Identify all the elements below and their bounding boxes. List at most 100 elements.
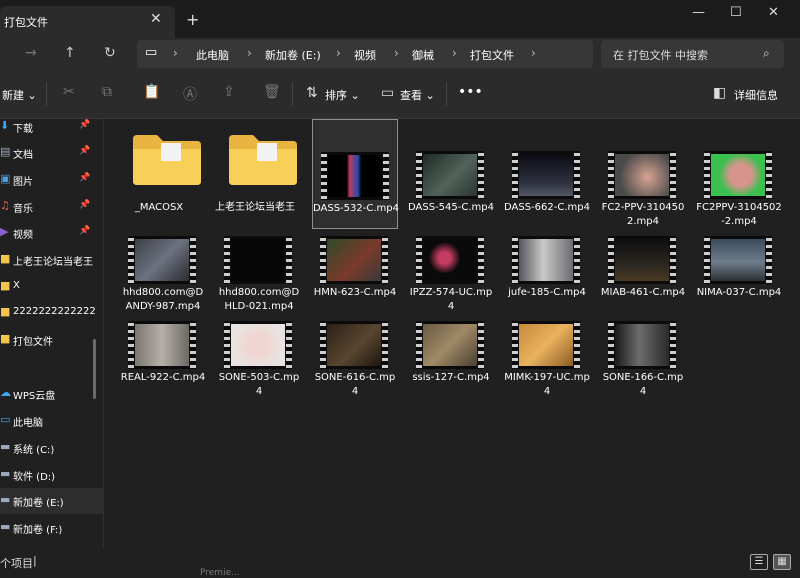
paste-icon[interactable]: 📋 xyxy=(143,84,160,100)
thumbnail-view-icon[interactable]: ▦ xyxy=(773,554,791,570)
more-options-icon[interactable]: ••• xyxy=(458,84,483,100)
folder-icon xyxy=(133,135,201,185)
folder-icon: ■ xyxy=(0,332,11,345)
new-button-label: 新建 xyxy=(2,89,24,102)
chevron-right-icon: › xyxy=(336,46,341,60)
file-item[interactable]: SONE-166-C.mp4 xyxy=(600,289,686,399)
chevron-right-icon: › xyxy=(247,46,252,60)
file-item[interactable]: NIMA-037-C.mp4 xyxy=(696,204,782,314)
chevron-right-icon[interactable]: › xyxy=(531,46,536,60)
pin-icon[interactable]: 📌 xyxy=(79,146,90,156)
sidebar-item-documents[interactable]: ▤ 文档 📌 xyxy=(0,140,103,166)
search-box[interactable]: 在 打包文件 中搜索 ⌕ xyxy=(601,40,784,68)
new-tab-icon[interactable]: + xyxy=(186,10,199,29)
breadcrumb-drive-e[interactable]: 新加卷 (E:) xyxy=(265,47,321,63)
search-input[interactable]: 在 打包文件 中搜索 xyxy=(613,47,708,63)
video-thumbnail xyxy=(321,152,389,200)
details-button[interactable]: 详细信息 xyxy=(734,87,778,103)
sort-button[interactable]: 排序 ⌄ xyxy=(325,87,360,103)
sidebar-item-label: 此电脑 xyxy=(13,418,43,429)
tab-active[interactable]: 打包文件 ✕ xyxy=(0,6,175,38)
sidebar-item-music[interactable]: ♫ 音乐 📌 xyxy=(0,194,103,220)
pin-icon[interactable]: 📌 xyxy=(79,226,90,236)
up-icon[interactable]: ↑ xyxy=(64,45,76,61)
sidebar-item-drive-d[interactable]: ▬ 软件 (D:) xyxy=(0,462,103,488)
sidebar-item-pictures[interactable]: ▣ 图片 📌 xyxy=(0,167,103,193)
sidebar-item-drive-c[interactable]: ▬ 系统 (C:) xyxy=(0,435,103,461)
sidebar-item-label: WPS云盘 xyxy=(13,391,56,402)
file-view: _MACOSX 上老王论坛当老王 DASS-532-C.mp4 DASS-545… xyxy=(104,119,800,549)
file-item[interactable]: SONE-503-C.mp4 xyxy=(216,289,302,399)
download-icon: ⬇ xyxy=(0,119,10,132)
minimize-icon[interactable]: — xyxy=(692,5,705,20)
details-view-icon[interactable]: ☰ xyxy=(750,554,768,570)
pin-icon[interactable]: 📌 xyxy=(79,173,90,183)
sidebar-item-label: 视频 xyxy=(13,230,33,241)
sidebar-item-wps-cloud[interactable]: ☁ WPS云盘 xyxy=(0,381,103,407)
computer-icon: ▭ xyxy=(0,413,11,426)
details-pane-icon: ◧ xyxy=(713,85,727,101)
file-item[interactable]: ssis-127-C.mp4 xyxy=(408,289,494,399)
drive-icon: ▬ xyxy=(0,493,11,506)
sidebar-item-label: 图片 xyxy=(13,177,33,188)
file-name: MIMK-197-UC.mp4 xyxy=(504,372,590,397)
copy-icon[interactable]: ⧉ xyxy=(102,84,112,100)
maximize-icon[interactable]: ☐ xyxy=(730,5,742,20)
pin-icon[interactable]: 📌 xyxy=(79,120,90,130)
forward-icon[interactable]: → xyxy=(25,45,37,61)
tab-title: 打包文件 xyxy=(4,16,48,29)
sidebar-item-folder-2222[interactable]: ■ 2222222222222 xyxy=(0,300,103,326)
sidebar-item-label: 上老王论坛当老王 xyxy=(13,257,93,268)
video-thumbnail xyxy=(512,321,580,369)
sidebar-item-folder-laowang[interactable]: ■ 上老王论坛当老王 xyxy=(0,247,103,273)
share-icon[interactable]: ⇪ xyxy=(223,84,235,100)
tab-close-icon[interactable]: ✕ xyxy=(150,11,162,27)
video-thumbnail xyxy=(704,151,772,199)
video-thumbnail xyxy=(224,321,292,369)
breadcrumb-current[interactable]: 打包文件 xyxy=(470,47,514,63)
sidebar-item-label: 2222222222222 xyxy=(13,306,96,317)
sidebar-item-videos[interactable]: ▶ 视频 📌 xyxy=(0,220,103,246)
breadcrumb-videos[interactable]: 视频 xyxy=(354,47,376,63)
pin-icon[interactable]: 📌 xyxy=(79,200,90,210)
monitor-icon: ▭ xyxy=(145,45,158,60)
refresh-icon[interactable]: ↻ xyxy=(104,45,116,61)
item-count: 个项目 xyxy=(0,557,33,570)
video-thumbnail xyxy=(320,236,388,284)
rename-icon[interactable]: Ⓐ xyxy=(183,84,197,104)
file-name: ssis-127-C.mp4 xyxy=(412,372,490,383)
address-bar[interactable]: ▭ › 此电脑 › 新加卷 (E:) › 视频 › 御械 › 打包文件 › xyxy=(137,40,593,68)
sidebar-item-folder-x[interactable]: ■ X xyxy=(0,274,103,300)
sidebar-item-this-pc[interactable]: ▭ 此电脑 xyxy=(0,408,103,434)
view-icon: ▭ xyxy=(381,85,395,101)
sidebar-scrollbar[interactable] xyxy=(93,339,96,399)
sidebar-item-drive-e[interactable]: ▬ 新加卷 (E:) xyxy=(0,488,103,514)
new-button[interactable]: 新建 ⌄ xyxy=(2,87,37,103)
sidebar-item-downloads[interactable]: ⬇ 下载 📌 xyxy=(0,114,103,140)
sidebar-item-folder-pack[interactable]: ■ 打包文件 xyxy=(0,327,103,353)
drive-icon: ▬ xyxy=(0,440,11,453)
chevron-right-icon: › xyxy=(452,46,457,60)
search-icon: ⌕ xyxy=(763,46,770,60)
delete-icon[interactable]: 🗑 xyxy=(263,84,281,100)
breadcrumb-this-pc[interactable]: 此电脑 xyxy=(196,47,229,63)
video-thumbnail xyxy=(704,236,772,284)
divider xyxy=(446,82,447,106)
sidebar-item-drive-f[interactable]: ▬ 新加卷 (F:) xyxy=(0,515,103,541)
window-close-icon[interactable]: ✕ xyxy=(768,5,779,20)
video-icon: ▶ xyxy=(0,225,9,238)
file-name: SONE-166-C.mp4 xyxy=(602,372,684,397)
command-bar: 新建 ⌄ ✂ ⧉ 📋 Ⓐ ⇪ 🗑 ⇅ 排序 ⌄ ▭ 查看 ⌄ ••• ◧ 详细信… xyxy=(0,70,800,119)
cut-icon[interactable]: ✂ xyxy=(63,84,75,100)
view-button[interactable]: 查看 ⌄ xyxy=(400,87,435,103)
video-thumbnail xyxy=(512,236,580,284)
breadcrumb-folder[interactable]: 御械 xyxy=(412,47,434,63)
video-thumbnail xyxy=(608,236,676,284)
music-icon: ♫ xyxy=(0,199,10,212)
file-item[interactable]: MIMK-197-UC.mp4 xyxy=(504,289,590,399)
divider: | xyxy=(33,554,37,567)
file-item[interactable]: REAL-922-C.mp4 xyxy=(120,289,206,399)
document-icon: ▤ xyxy=(0,145,11,158)
file-item[interactable]: SONE-616-C.mp4 xyxy=(312,289,398,399)
video-thumbnail xyxy=(416,321,484,369)
